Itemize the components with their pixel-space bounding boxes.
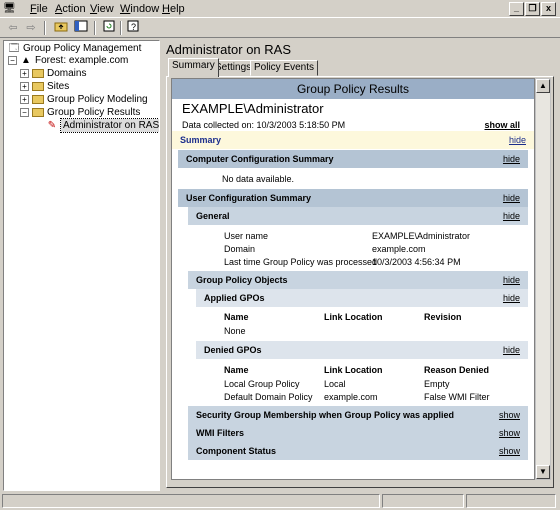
collapse-icon[interactable]: − [8, 56, 17, 65]
status-panel [2, 494, 380, 508]
show-link[interactable]: show [499, 406, 520, 424]
vertical-scrollbar[interactable]: ▲ ▼ [535, 78, 551, 480]
help-icon[interactable]: ? [124, 20, 142, 36]
menu-file[interactable]: File [30, 3, 48, 15]
section-denied-gpos: Denied GPOs hide [196, 341, 528, 359]
menu-action[interactable]: Action [55, 3, 86, 15]
tree-item-admin[interactable]: ✎ Administrator on RAS [46, 118, 159, 133]
console-tree: 🗔 Group Policy Management − ▲ Forest: ex… [3, 40, 160, 491]
section-applied-gpos: Applied GPOs hide [196, 289, 528, 307]
hide-link[interactable]: hide [503, 150, 520, 168]
folder-icon [32, 69, 44, 78]
column-header: Name [224, 312, 249, 322]
no-data-text: No data available. [222, 174, 295, 184]
menu-bar: 🖥 File Action View Window Help _ ❐ x [0, 0, 560, 18]
forest-icon: ▲ [21, 55, 31, 66]
column-header: Link Location [324, 312, 383, 322]
tree-item-results[interactable]: − Group Policy Results [20, 106, 140, 119]
back-arrow-icon[interactable]: ⇦ [4, 20, 22, 36]
show-hide-tree-icon[interactable] [72, 20, 90, 36]
close-button[interactable]: x [541, 2, 556, 16]
tree-item-forest[interactable]: − ▲ Forest: example.com [8, 54, 128, 67]
restore-button[interactable]: ❐ [525, 2, 540, 16]
section-computer-summary: Computer Configuration Summary hide [178, 150, 528, 168]
forward-arrow-icon[interactable]: ⇨ [22, 20, 40, 36]
account-heading: EXAMPLE\Administrator [182, 101, 324, 116]
denied-cell: Local [324, 379, 346, 389]
tree-item-domains[interactable]: + Domains [20, 67, 86, 80]
report-title: Group Policy Results [172, 79, 534, 99]
collapse-icon[interactable]: − [20, 108, 29, 117]
tree-item-sites[interactable]: + Sites [20, 80, 69, 93]
column-header: Link Location [324, 365, 383, 375]
section-wmi-filters: WMI Filters show [188, 424, 528, 442]
folder-icon [32, 82, 44, 91]
denied-cell: Empty [424, 379, 450, 389]
hide-link[interactable]: hide [503, 189, 520, 207]
tab-policy-events[interactable]: Policy Events [250, 60, 319, 76]
tree-item-modeling[interactable]: + Group Policy Modeling [20, 93, 148, 106]
section-component-status: Component Status show [188, 442, 528, 460]
denied-cell: example.com [324, 392, 378, 402]
general-value: 10/3/2003 4:56:34 PM [372, 257, 461, 267]
folder-icon [32, 108, 44, 117]
folder-icon [32, 95, 44, 104]
app-icon[interactable]: 🖥 [3, 3, 16, 14]
hide-link[interactable]: hide [503, 207, 520, 225]
svg-text:?: ? [131, 22, 136, 32]
denied-cell: Default Domain Policy [224, 392, 313, 402]
page-title: Administrator on RAS [166, 42, 291, 57]
menu-window[interactable]: Window [120, 3, 159, 15]
status-panel [382, 494, 464, 508]
hide-link[interactable]: hide [503, 271, 520, 289]
expand-icon[interactable]: + [20, 82, 29, 91]
menu-help[interactable]: Help [162, 3, 185, 15]
details-pane: Administrator on RAS Summary Settings Po… [162, 40, 558, 491]
column-header: Reason Denied [424, 365, 490, 375]
collected-date: Data collected on: 10/3/2003 5:18:50 PM [182, 120, 346, 130]
general-label: Last time Group Policy was processed [224, 257, 378, 267]
section-user-summary: User Configuration Summary hide [178, 189, 528, 207]
minimize-button[interactable]: _ [509, 2, 524, 16]
refresh-icon[interactable] [100, 20, 118, 36]
tab-summary[interactable]: Summary [168, 58, 219, 77]
general-label: User name [224, 231, 269, 241]
section-security-group: Security Group Membership when Group Pol… [188, 406, 528, 424]
expand-icon[interactable]: + [20, 69, 29, 78]
menu-view[interactable]: View [90, 3, 114, 15]
hide-link[interactable]: hide [503, 341, 520, 359]
toolbar-separator [44, 21, 46, 35]
scroll-up-icon[interactable]: ▲ [536, 79, 550, 93]
show-link[interactable]: show [499, 442, 520, 460]
show-all-link[interactable]: show all [484, 120, 520, 130]
denied-cell: False WMI Filter [424, 392, 490, 402]
section-general: General hide [188, 207, 528, 225]
section-gpo: Group Policy Objects hide [188, 271, 528, 289]
general-label: Domain [224, 244, 256, 254]
general-value: EXAMPLE\Administrator [372, 231, 471, 241]
show-link[interactable]: show [499, 424, 520, 442]
hide-link[interactable]: hide [509, 131, 526, 149]
toolbar: ⇦ ⇨ ? [0, 18, 560, 38]
hide-link[interactable]: hide [503, 289, 520, 307]
results-report-icon: ✎ [47, 120, 57, 131]
toolbar-separator [94, 21, 96, 35]
toolbar-separator [120, 21, 122, 35]
scroll-down-icon[interactable]: ▼ [536, 465, 550, 479]
status-bar [0, 492, 560, 510]
up-folder-icon[interactable] [52, 20, 70, 36]
section-summary: Summary hide [172, 131, 534, 149]
status-panel [466, 494, 556, 508]
report-view: Group Policy Results EXAMPLE\Administrat… [171, 78, 535, 480]
expand-icon[interactable]: + [20, 95, 29, 104]
gpm-icon: 🗔 [8, 43, 20, 54]
applied-none-text: None [224, 326, 246, 336]
denied-cell: Local Group Policy [224, 379, 300, 389]
column-header: Name [224, 365, 249, 375]
general-value: example.com [372, 244, 426, 254]
column-header: Revision [424, 312, 462, 322]
